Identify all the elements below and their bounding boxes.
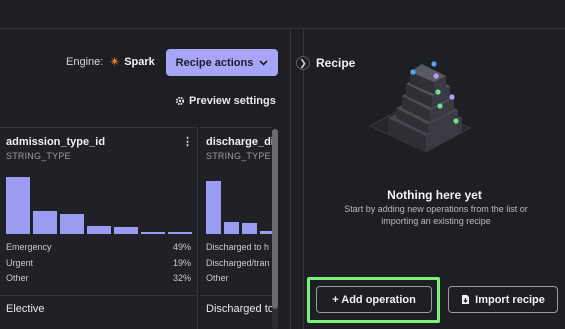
stat-label: Other bbox=[206, 273, 229, 283]
histogram-bar bbox=[60, 214, 84, 234]
stat-percent: 19% bbox=[172, 258, 191, 268]
engine-value: Spark bbox=[124, 55, 155, 68]
column-name: discharge_dis bbox=[206, 136, 272, 148]
stat-percent: 49% bbox=[172, 242, 191, 252]
histogram-bar bbox=[33, 211, 57, 234]
histogram-bar bbox=[206, 181, 221, 234]
panel-splitter[interactable] bbox=[290, 29, 304, 329]
preview-settings-button[interactable]: Preview settings bbox=[175, 95, 276, 107]
histogram-bar bbox=[260, 231, 272, 234]
column-type: STRING_TYPE bbox=[206, 151, 271, 161]
table-cell[interactable]: Discharged to bbox=[206, 303, 272, 315]
column-name: admission_type_id bbox=[6, 136, 106, 148]
engine-label: Engine: bbox=[66, 55, 104, 68]
scrollbar-thumb[interactable] bbox=[272, 129, 278, 309]
stat-label: Discharged/tran bbox=[206, 258, 270, 268]
chevron-down-icon bbox=[259, 59, 268, 66]
histogram-bar bbox=[6, 177, 30, 234]
column-type: STRING_TYPE bbox=[6, 151, 71, 161]
recipe-panel-title: Recipe bbox=[316, 56, 356, 70]
empty-stairs-illustration bbox=[368, 61, 472, 153]
histogram-bar bbox=[224, 222, 239, 234]
histogram-bar bbox=[141, 232, 165, 234]
engine-indicator: Engine: ✴ Spark bbox=[66, 55, 155, 68]
add-operation-label: + Add operation bbox=[332, 293, 416, 306]
empty-state-title: Nothing here yet bbox=[387, 188, 482, 202]
gear-icon bbox=[175, 96, 185, 106]
recipe-editor: ❯ Engine: ✴ Spark Recipe actions Preview… bbox=[0, 0, 565, 329]
preview-settings-label: Preview settings bbox=[189, 95, 276, 107]
recipe-actions-label: Recipe actions bbox=[175, 56, 254, 69]
import-recipe-label: Import recipe bbox=[475, 293, 545, 306]
empty-state-subtitle: Start by adding new operations from the … bbox=[344, 204, 528, 226]
column-card[interactable]: discharge_dis STRING_TYPE Discharged to … bbox=[200, 127, 272, 329]
histogram-bar bbox=[114, 227, 138, 234]
histogram-bar bbox=[87, 226, 111, 234]
horizontal-scrollbar[interactable] bbox=[272, 129, 278, 329]
spark-icon: ✴ bbox=[109, 54, 121, 69]
add-operation-button[interactable]: + Add operation bbox=[316, 286, 432, 313]
stat-label: Discharged to h bbox=[206, 242, 270, 252]
column-histogram bbox=[206, 174, 272, 234]
row-divider bbox=[200, 295, 272, 296]
table-cell[interactable]: Elective bbox=[6, 303, 45, 315]
stat-label: Urgent bbox=[6, 258, 34, 268]
histogram-bar bbox=[242, 223, 257, 234]
stat-label: Emergency bbox=[6, 242, 52, 252]
import-recipe-button[interactable]: Import recipe bbox=[448, 286, 558, 313]
recipe-actions-button[interactable]: Recipe actions bbox=[166, 49, 278, 76]
histogram-bar bbox=[168, 232, 192, 234]
stat-percent: 32% bbox=[172, 273, 191, 283]
column-card[interactable]: admission_type_id ⋮ STRING_TYPE Emergenc… bbox=[0, 127, 198, 329]
row-divider bbox=[0, 295, 197, 296]
chevron-right-icon[interactable]: ❯ bbox=[296, 56, 310, 70]
column-histogram bbox=[6, 174, 192, 234]
file-import-icon bbox=[462, 295, 470, 304]
stat-label: Other bbox=[6, 273, 29, 283]
kebab-menu-icon[interactable]: ⋮ bbox=[182, 135, 193, 148]
